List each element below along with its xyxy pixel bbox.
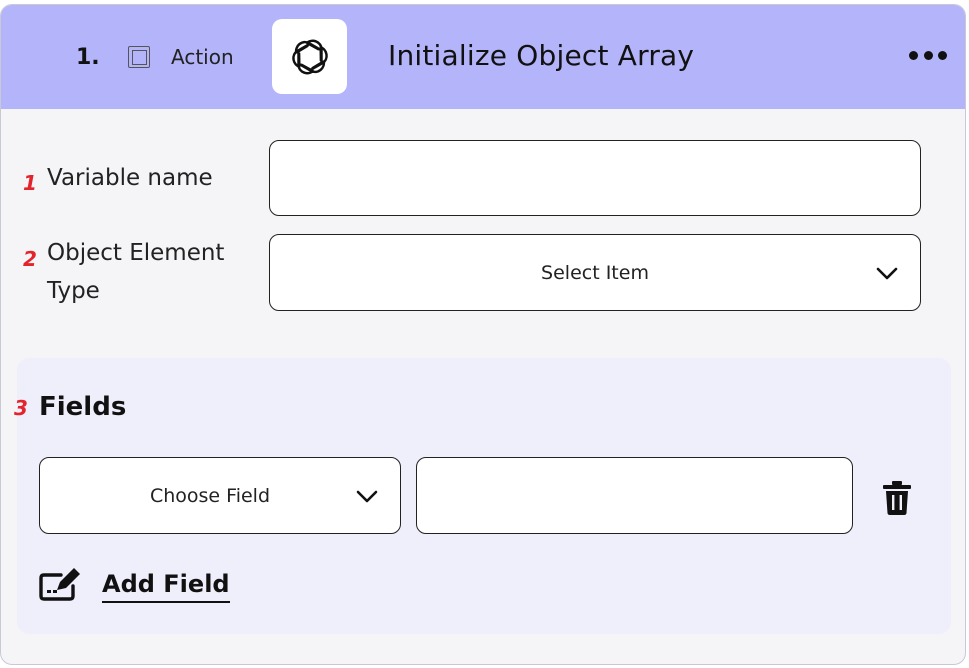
action-header: 1. Action Initialize Object Array xyxy=(1,5,965,109)
action-card: 1. Action Initialize Object Array 1 Vari… xyxy=(0,4,966,665)
action-title: Initialize Object Array xyxy=(388,39,695,72)
add-field-button[interactable]: Add Field xyxy=(102,570,230,603)
object-element-type-value: Select Item xyxy=(541,261,649,284)
choose-field-select[interactable]: Choose Field xyxy=(39,457,401,534)
marker-2: 2 xyxy=(23,247,37,271)
checkbox-icon[interactable] xyxy=(128,46,150,68)
choose-field-value: Choose Field xyxy=(149,484,271,507)
edit-icon[interactable] xyxy=(39,566,81,602)
trash-icon[interactable] xyxy=(881,480,913,516)
marker-1: 1 xyxy=(23,171,37,195)
variable-name-label: Variable name xyxy=(47,165,213,191)
object-element-type-select[interactable]: Select Item xyxy=(269,234,921,311)
chevron-down-icon xyxy=(356,490,378,503)
more-horizontal-icon[interactable] xyxy=(909,45,947,65)
object-element-type-label-2: Type xyxy=(47,278,100,304)
variable-name-input[interactable] xyxy=(269,140,921,216)
field-value-input[interactable] xyxy=(416,457,853,534)
fields-heading: Fields xyxy=(39,392,127,422)
fields-panel: 3 Fields Choose Field Add Field xyxy=(14,358,951,634)
action-label: Action xyxy=(171,45,234,69)
chevron-down-icon xyxy=(876,267,898,280)
object-element-type-label: Object Element xyxy=(47,240,225,266)
marker-3: 3 xyxy=(14,396,28,420)
step-number: 1. xyxy=(76,45,100,70)
openai-logo-icon xyxy=(272,19,347,94)
